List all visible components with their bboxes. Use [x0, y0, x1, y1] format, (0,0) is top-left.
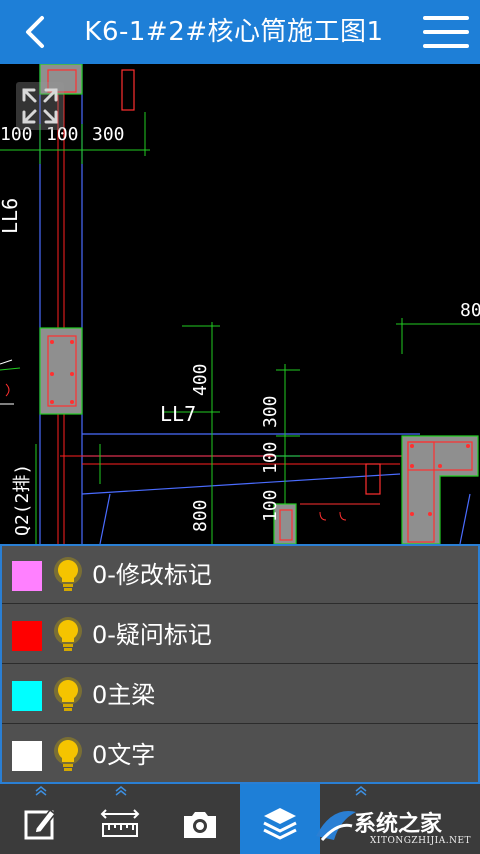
layer-label: 0-疑问标记 — [92, 621, 212, 649]
layer-label: 0主梁 — [92, 681, 156, 709]
ruler-icon — [100, 809, 140, 837]
camera-tool-button[interactable] — [160, 784, 240, 854]
layer-item[interactable]: 0-修改标记 — [2, 546, 478, 604]
lightbulb-icon[interactable] — [52, 616, 84, 656]
lightbulb-icon[interactable] — [52, 676, 84, 716]
watermark-text: 系统之家 — [354, 812, 443, 837]
chevron-up-icon — [35, 786, 47, 796]
lightbulb-icon[interactable] — [52, 736, 84, 776]
layers-tool-button[interactable] — [240, 784, 320, 854]
cad-dim-300-b: 300 — [260, 395, 281, 428]
layer-color-swatch — [12, 741, 42, 771]
cad-dim-300: 300 — [92, 124, 125, 145]
lightbulb-icon[interactable] — [52, 556, 84, 596]
edit-icon — [24, 808, 57, 840]
cad-dim-800: 800 — [190, 499, 211, 532]
cad-label-ll6: LL6 — [0, 197, 22, 234]
chevron-left-icon — [26, 16, 44, 48]
layer-label: 0文字 — [92, 741, 156, 769]
layers-icon — [263, 808, 297, 840]
cad-dim-100-c: 100 — [260, 489, 281, 522]
layer-item[interactable]: 0文字 — [2, 726, 478, 784]
measure-tool-button[interactable] — [80, 784, 160, 854]
cad-dim-400: 400 — [190, 363, 211, 396]
layer-label: 0-修改标记 — [92, 561, 212, 589]
drawing-canvas[interactable]: 100 100 300 LL6 LL7 400 300 100 100 800 … — [0, 64, 480, 544]
hamburger-menu-icon — [423, 16, 469, 48]
cad-label-q2: Q2(2排) — [12, 463, 33, 536]
back-button[interactable] — [14, 12, 54, 52]
chevron-up-icon — [355, 786, 367, 796]
layer-list-panel: 0-修改标记 0-疑问标记 0主梁 0文字 — [0, 544, 480, 784]
fullscreen-expand-icon — [22, 88, 58, 124]
page-title: K6-1#2#核心筒施工图1 — [84, 17, 384, 47]
camera-icon — [184, 812, 216, 838]
layer-color-swatch — [12, 561, 42, 591]
menu-button[interactable] — [422, 12, 470, 52]
layer-item[interactable]: 0主梁 — [2, 666, 478, 724]
title-bar: K6-1#2#核心筒施工图1 — [0, 0, 480, 64]
layer-item[interactable]: 0-疑问标记 — [2, 606, 478, 664]
watermark-subtext: XITONGZHIJIA.NET — [370, 836, 472, 846]
chevron-up-icon — [115, 786, 127, 796]
fullscreen-button[interactable] — [16, 82, 64, 130]
layer-color-swatch — [12, 681, 42, 711]
layer-color-swatch — [12, 621, 42, 651]
cad-dim-80: 80 — [460, 300, 480, 321]
edit-tool-button[interactable] — [0, 784, 80, 854]
cad-label-ll7: LL7 — [160, 402, 197, 426]
cad-dim-100-b: 100 — [260, 441, 281, 474]
